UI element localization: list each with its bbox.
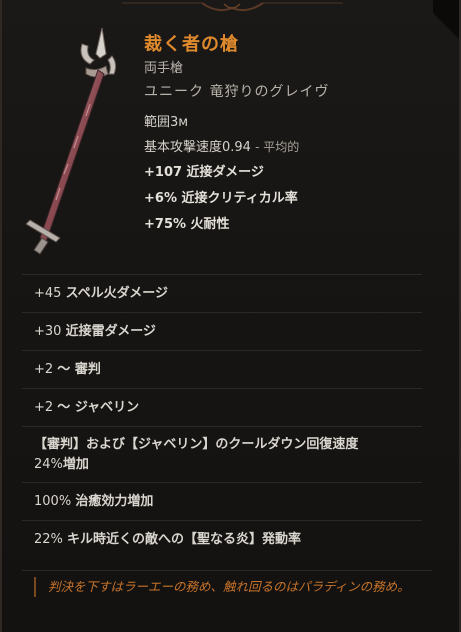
attack-speed-value: 基本攻撃速度0.94 [144, 140, 251, 155]
item-range: 範囲3м [144, 115, 189, 130]
affix-prefix: 22% [34, 532, 68, 547]
implicit-stat: +6% 近接クリティカル率 [144, 191, 298, 206]
item-tooltip: 裁く者の槍 両手槍 ユニーク 竜狩りのグレイヴ 範囲3м 基本攻撃速度0.94 … [0, 0, 461, 632]
affix-prefix: +45 [34, 286, 66, 301]
implicit-stat: +107 近接ダメージ [144, 165, 264, 180]
flavor-text: 判決を下すはラーエーの務め、触れ回るのはパラディンの務め。 [34, 577, 418, 597]
affix-text: スペル火ダメージ [65, 286, 169, 301]
item-rarity: ユニーク 竜狩りのグレイヴ [144, 84, 330, 100]
affix-text: 【審判】および【ジャベリン】のクールダウン回復速度 [34, 437, 359, 452]
affix-prefix: 100% [34, 494, 76, 509]
affix-list: +45 スペル火ダメージ +30 近接雷ダメージ +2 〜 審判 +2 〜 ジャ… [22, 274, 422, 558]
item-name: 裁く者の槍 [144, 34, 239, 55]
affix-text: 治癒効力増加 [75, 494, 154, 509]
affix-row: +30 近接雷ダメージ [22, 312, 422, 350]
item-head-text: 裁く者の槍 両手槍 ユニーク 竜狩りのグレイヴ 範囲3м 基本攻撃速度0.94 … [144, 32, 444, 236]
affix-row: 100% 治癒効力増加 [22, 482, 422, 520]
affix-suffix-value: 24% [34, 457, 63, 472]
affix-text: 〜 ジャベリン [57, 400, 140, 415]
affix-prefix: +30 [34, 324, 66, 339]
affix-prefix: +2 [34, 362, 58, 377]
affix-row: +2 〜 審判 [22, 350, 422, 388]
affix-row: 【審判】および【ジャベリン】のクールダウン回復速度 24%増加 [22, 426, 422, 482]
item-attack-speed: 基本攻撃速度0.94 - 平均的 [144, 136, 444, 158]
affix-text: 〜 審判 [57, 362, 101, 377]
flavor-section: 判決を下すはラーエーの務め、触れ回るのはパラディンの務め。 [22, 570, 432, 597]
item-header: 裁く者の槍 両手槍 ユニーク 竜狩りのグレイヴ 範囲3м 基本攻撃速度0.94 … [2, 0, 459, 258]
affix-prefix: +2 [34, 400, 58, 415]
glaive-spear-icon [25, 27, 117, 255]
implicit-stat: +75% 火耐性 [144, 217, 230, 232]
item-type: 両手槍 [144, 61, 184, 76]
affix-row: +2 〜 ジャベリン [22, 388, 422, 426]
affix-row: 22% キル時近くの敵への【聖なる炎】発動率 [22, 520, 422, 558]
affix-row: +45 スペル火ダメージ [22, 274, 422, 312]
attack-speed-suffix: - 平均的 [255, 140, 300, 154]
affix-suffix: 増加 [62, 457, 89, 472]
affix-text: 近接雷ダメージ [65, 324, 156, 339]
affix-text: キル時近くの敵への【聖なる炎】発動率 [67, 532, 302, 547]
